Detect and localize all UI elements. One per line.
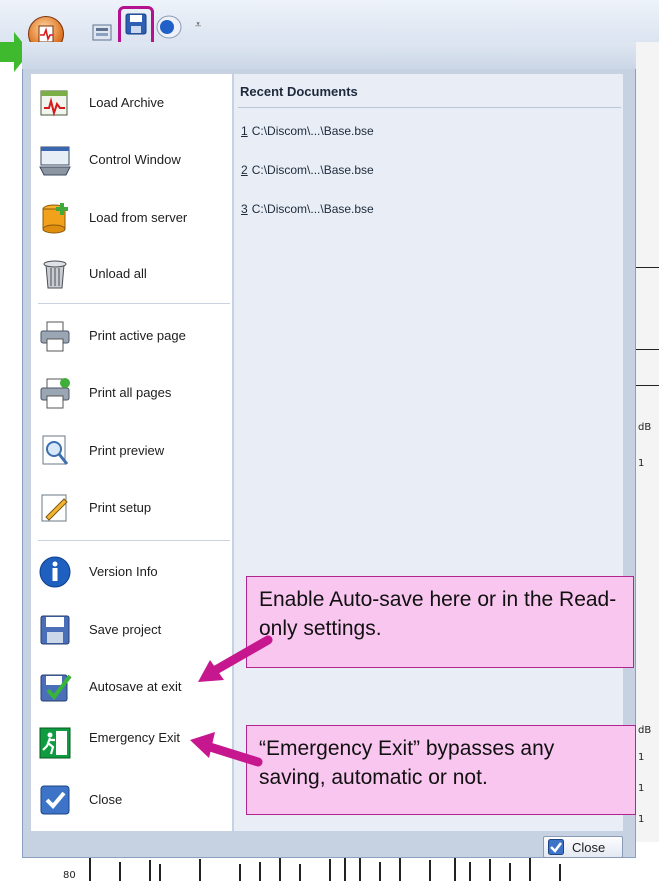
toolbar-view-icon[interactable] — [92, 24, 114, 42]
side-label: 1 — [638, 458, 645, 469]
menu-item-label: Load from server — [89, 210, 188, 225]
load-from-server-icon — [42, 203, 68, 234]
recent-document-number: 3 — [241, 202, 248, 216]
recent-document-number: 1 — [241, 124, 248, 138]
emergency-exit-icon — [39, 727, 71, 759]
qat-customize-icon[interactable]: ⩡ — [195, 18, 201, 32]
application-menu-header — [22, 42, 636, 69]
side-label: 1 — [638, 752, 645, 763]
menu-item-label: Unload all — [89, 266, 147, 281]
menu-item-version-info[interactable]: Version Info — [34, 549, 230, 597]
menu-item-print-all-pages[interactable]: Print all pages — [34, 370, 230, 418]
quick-access-toolbar: ⩡ — [0, 0, 659, 42]
menu-item-print-active-page[interactable]: Print active page — [34, 313, 230, 361]
menu-separator — [38, 540, 230, 541]
side-label: 1 — [638, 814, 645, 825]
close-button[interactable]: Close — [543, 836, 623, 858]
checkbox-icon — [40, 785, 70, 815]
recent-document-number: 2 — [241, 163, 248, 177]
recent-documents-header: Recent Documents — [240, 84, 358, 99]
recent-document-path: C:\Discom\...\Base.bse — [251, 163, 374, 177]
recent-documents-pane — [234, 74, 623, 831]
menu-item-label: Print active page — [89, 328, 186, 343]
printer-icon — [40, 321, 70, 352]
recent-document-item[interactable]: 3 C:\Discom\...\Base.bse — [241, 202, 374, 216]
magnifier-icon — [42, 435, 69, 465]
menu-item-print-preview[interactable]: Print preview — [34, 428, 230, 476]
callout-text: Enable Auto-save here or in the Read-onl… — [259, 588, 617, 640]
menu-item-unload-all[interactable]: Unload all — [34, 251, 230, 299]
menu-item-label: Print all pages — [89, 385, 172, 400]
menu-item-control-window[interactable]: Control Window — [34, 137, 230, 185]
help-icon[interactable] — [154, 14, 184, 40]
floppy-disk-icon — [40, 615, 70, 645]
arrow-to-autosave-icon — [198, 635, 273, 682]
background-document-strip: dB 1 dB 1 1 1 — [636, 42, 659, 842]
side-label: dB — [638, 725, 652, 736]
control-window-icon — [39, 146, 71, 176]
trash-icon — [43, 260, 67, 289]
menu-item-load-archive[interactable]: Load Archive — [34, 80, 230, 128]
callout-emergency-exit: “Emergency Exit” bypasses any saving, au… — [246, 725, 636, 815]
menu-item-close[interactable]: Close — [34, 777, 230, 825]
menu-item-label: Print setup — [89, 500, 152, 515]
menu-item-load-from-server[interactable]: Load from server — [34, 195, 230, 243]
menu-item-label: Control Window — [89, 152, 181, 167]
menu-item-label: Emergency Exit — [89, 730, 181, 745]
menu-separator — [38, 303, 230, 304]
callout-autosave: Enable Auto-save here or in the Read-onl… — [246, 576, 634, 668]
recent-document-path: C:\Discom\...\Base.bse — [251, 202, 374, 216]
side-label: dB — [638, 422, 652, 433]
floppy-check-icon — [40, 674, 72, 702]
close-button-label: Close — [572, 840, 606, 855]
menu-item-label: Load Archive — [89, 95, 165, 110]
side-label: 1 — [638, 783, 645, 794]
recent-document-item[interactable]: 1 C:\Discom\...\Base.bse — [241, 124, 374, 138]
callout-text: “Emergency Exit” bypasses any saving, au… — [259, 737, 555, 789]
recent-divider — [238, 107, 621, 108]
menu-item-label: Version Info — [89, 564, 158, 579]
recent-document-path: C:\Discom\...\Base.bse — [251, 124, 374, 138]
menu-item-label: Close — [89, 792, 123, 807]
recent-document-item[interactable]: 2 C:\Discom\...\Base.bse — [241, 163, 374, 177]
menu-item-label: Save project — [89, 622, 162, 637]
info-icon — [39, 556, 71, 588]
load-archive-icon — [40, 90, 68, 117]
menu-item-label: Print preview — [89, 443, 165, 458]
checkbox-icon — [548, 839, 564, 855]
printer-check-icon — [40, 378, 70, 409]
pencil-page-icon — [41, 494, 68, 522]
menu-item-label: Autosave at exit — [89, 679, 182, 694]
menu-item-print-setup[interactable]: Print setup — [34, 485, 230, 533]
arrow-to-emergency-exit-icon — [190, 732, 263, 767]
